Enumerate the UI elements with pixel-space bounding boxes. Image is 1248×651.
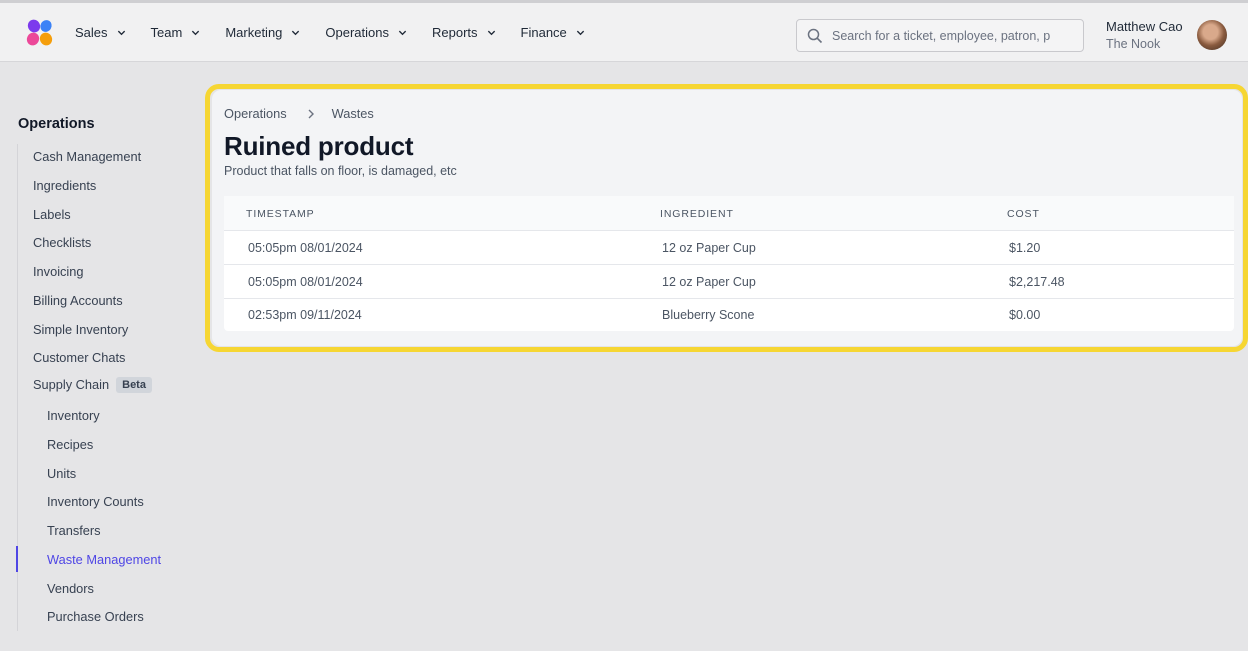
beta-badge: Beta (116, 377, 152, 393)
sidebar-item-billing-accounts[interactable]: Billing Accounts (33, 293, 123, 308)
sidebar-item-cash-management[interactable]: Cash Management (33, 149, 141, 164)
cell-timestamp: 02:53pm 09/11/2024 (248, 308, 362, 322)
active-indicator (16, 546, 18, 572)
table-header: TIMESTAMP INGREDIENT COST (224, 196, 1234, 231)
cell-cost: $2,217.48 (1009, 275, 1065, 289)
sidebar-subitem-waste-management[interactable]: Waste Management (47, 552, 161, 567)
nav-reports[interactable]: Reports (432, 25, 496, 40)
sidebar-subitem-inventory[interactable]: Inventory (47, 408, 100, 423)
nav-marketing[interactable]: Marketing (225, 25, 300, 40)
nav-team-label: Team (150, 25, 183, 40)
sidebar-subitem-purchase-orders[interactable]: Purchase Orders (47, 609, 144, 624)
cell-cost: $1.20 (1009, 241, 1041, 255)
page-subtitle: Product that falls on floor, is damaged,… (224, 164, 457, 178)
sidebar-subitem-transfers[interactable]: Transfers (47, 523, 101, 538)
chevron-down-icon (576, 30, 584, 36)
cell-ingredient: 12 oz Paper Cup (662, 241, 756, 255)
sidebar-item-ingredients[interactable]: Ingredients (33, 178, 96, 193)
nav-sales-label: Sales (75, 25, 108, 40)
user-name: Matthew Cao (1106, 19, 1183, 34)
nav-reports-label: Reports (432, 25, 478, 40)
nav-sales[interactable]: Sales (75, 25, 126, 40)
breadcrumb: Operations Wastes (224, 106, 374, 121)
user-org: The Nook (1106, 37, 1161, 51)
table-row[interactable]: 05:05pm 08/01/2024 12 oz Paper Cup $2,21… (224, 265, 1234, 299)
avatar[interactable] (1197, 20, 1227, 50)
column-header-ingredient[interactable]: INGREDIENT (660, 208, 734, 220)
sidebar-item-invoicing[interactable]: Invoicing (33, 264, 84, 279)
user-menu[interactable]: Matthew Cao The Nook (1106, 18, 1183, 54)
sidebar-subitem-vendors[interactable]: Vendors (47, 581, 94, 596)
chevron-right-icon (308, 109, 314, 118)
global-search[interactable] (796, 19, 1084, 52)
cell-timestamp: 05:05pm 08/01/2024 (248, 275, 363, 289)
nav-marketing-label: Marketing (225, 25, 283, 40)
cell-timestamp: 05:05pm 08/01/2024 (248, 241, 363, 255)
chevron-down-icon (192, 30, 200, 36)
cell-cost: $0.00 (1009, 308, 1041, 322)
sidebar-item-simple-inventory[interactable]: Simple Inventory (33, 322, 128, 337)
sidebar-item-label: Supply Chain (33, 377, 110, 392)
cell-ingredient: 12 oz Paper Cup (662, 275, 756, 289)
table-row[interactable]: 05:05pm 08/01/2024 12 oz Paper Cup $1.20 (224, 231, 1234, 265)
chevron-down-icon (292, 30, 300, 36)
breadcrumb-operations[interactable]: Operations (224, 106, 287, 121)
search-input[interactable] (832, 28, 1072, 43)
chevron-down-icon (398, 30, 407, 36)
breadcrumb-wastes[interactable]: Wastes (332, 106, 374, 121)
sidebar-title: Operations (18, 116, 95, 132)
nav-finance[interactable]: Finance (521, 25, 585, 40)
chevron-down-icon (487, 30, 495, 36)
nav-finance-label: Finance (520, 25, 567, 40)
search-icon (807, 28, 823, 43)
sidebar-item-checklists[interactable]: Checklists (33, 235, 91, 250)
chevron-down-icon (117, 30, 125, 36)
sidebar-subitem-units[interactable]: Units (47, 466, 76, 481)
column-header-cost[interactable]: COST (1007, 208, 1040, 220)
column-header-timestamp[interactable]: TIMESTAMP (246, 208, 315, 220)
table-row[interactable]: 02:53pm 09/11/2024 Blueberry Scone $0.00 (224, 298, 1234, 332)
sidebar-item-customer-chats[interactable]: Customer Chats (33, 350, 125, 365)
nav-team[interactable]: Team (151, 25, 201, 40)
app-logo-icon[interactable] (24, 17, 56, 49)
page-title: Ruined product (224, 131, 414, 161)
sidebar: Operations Cash Management Ingredients L… (0, 62, 200, 651)
sidebar-subitem-recipes[interactable]: Recipes (47, 437, 93, 452)
waste-table: TIMESTAMP INGREDIENT COST 05:05pm 08/01/… (224, 196, 1234, 331)
nav-operations-label: Operations (325, 25, 389, 40)
sidebar-item-labels[interactable]: Labels (33, 207, 71, 222)
sidebar-subitem-inventory-counts[interactable]: Inventory Counts (47, 494, 144, 509)
cell-ingredient: Blueberry Scone (662, 308, 755, 322)
top-navbar: Sales Team Marketing Operations Reports … (0, 0, 1248, 62)
main-nav: Sales Team Marketing Operations Reports … (75, 3, 610, 62)
nav-operations[interactable]: Operations (325, 25, 407, 40)
sidebar-item-supply-chain[interactable]: Supply Chain Beta (33, 377, 152, 393)
